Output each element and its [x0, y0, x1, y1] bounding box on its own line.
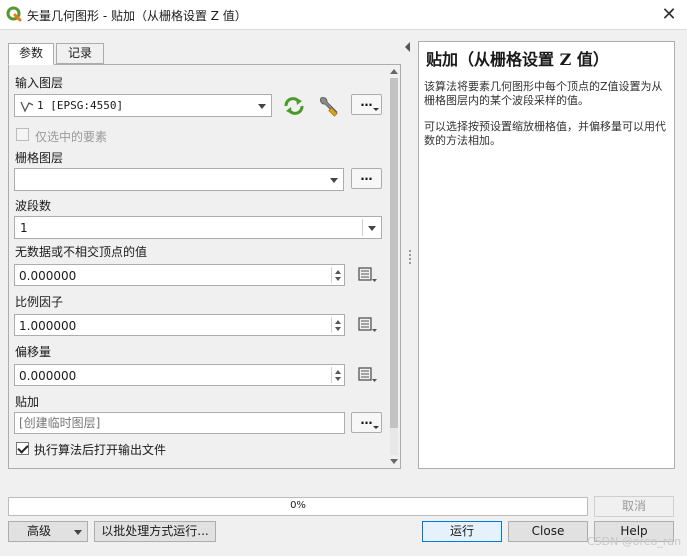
scale-spinbox[interactable]: 1.000000: [14, 314, 345, 336]
spin-up-icon[interactable]: [335, 320, 341, 324]
spin-up-icon[interactable]: [335, 270, 341, 274]
band-value: 1: [20, 221, 28, 235]
iterate-icon[interactable]: [282, 96, 306, 116]
help-paragraph: 可以选择按预设置缩放栅格值，并偏移量可以用代数的方法相加。: [424, 120, 666, 147]
progress-label: 0%: [290, 500, 306, 511]
splitter-handle[interactable]: [409, 250, 411, 264]
help-paragraph: 该算法将要素几何图形中每个顶点的Z值设置为从栅格图层内的某个波段采样的值。: [424, 80, 663, 107]
close-window-button[interactable]: ✕: [656, 3, 682, 27]
cancel-button[interactable]: 取消: [594, 496, 674, 517]
selected-only-checkbox[interactable]: [16, 128, 29, 141]
ellipsis-label: …: [360, 413, 373, 427]
data-defined-override-icon[interactable]: [356, 365, 378, 385]
tab-log[interactable]: 记录: [56, 43, 104, 64]
spin-down-icon[interactable]: [335, 327, 341, 331]
input-layer-label: 输入图层: [15, 76, 64, 90]
nodata-value: 0.000000: [19, 269, 77, 283]
scale-value: 1.000000: [19, 319, 77, 333]
chevron-down-icon: [330, 178, 338, 183]
parameters-scroll-area: 输入图层 1 [EPSG:4550] … 仅选中的要素 栅格图层 … 波段数 1…: [10, 66, 387, 467]
tab-parameters[interactable]: 参数: [8, 43, 54, 65]
spin-down-icon[interactable]: [335, 277, 341, 281]
chevron-down-icon: [368, 226, 376, 231]
chevron-down-icon: [258, 104, 266, 109]
output-label: 贴加: [15, 395, 40, 409]
scroll-down-icon[interactable]: [390, 459, 398, 464]
chevron-down-icon: [74, 530, 82, 535]
spin-separator: [331, 367, 332, 383]
spin-up-icon[interactable]: [335, 370, 341, 374]
parameters-panel: 输入图层 1 [EPSG:4550] … 仅选中的要素 栅格图层 … 波段数 1…: [8, 64, 401, 469]
spin-separator: [331, 267, 332, 283]
combo-separator: [362, 219, 363, 236]
ellipsis-label: …: [360, 169, 373, 183]
batch-process-button[interactable]: 以批处理方式运行...: [94, 521, 216, 542]
scrollbar-thumb[interactable]: [390, 78, 398, 428]
run-button[interactable]: 运行: [422, 521, 502, 542]
band-label: 波段数: [15, 199, 52, 213]
ellipsis-label: …: [360, 95, 373, 109]
qgis-logo-icon: [6, 6, 22, 22]
output-options-button[interactable]: …: [351, 412, 382, 433]
chevron-down-icon: [373, 426, 379, 429]
spin-separator: [331, 317, 332, 333]
spin-down-icon[interactable]: [335, 377, 341, 381]
progress-bar: 0%: [8, 497, 588, 516]
raster-layer-label: 栅格图层: [15, 151, 64, 165]
scroll-up-icon[interactable]: [390, 69, 398, 74]
data-defined-override-icon[interactable]: [356, 315, 378, 335]
wrench-icon[interactable]: [316, 94, 340, 118]
help-panel: 贴加（从栅格设置 Z 值） 该算法将要素几何图形中每个顶点的Z值设置为从栅格图层…: [418, 41, 675, 469]
offset-spinbox[interactable]: 0.000000: [14, 364, 345, 386]
band-combo[interactable]: 1: [14, 216, 382, 239]
advanced-label: 高级: [27, 524, 52, 538]
open-output-label: 执行算法后打开输出文件: [34, 443, 167, 457]
parameters-scrollbar[interactable]: [388, 66, 400, 467]
nodata-spinbox[interactable]: 0.000000: [14, 264, 345, 286]
input-layer-value: 1 [EPSG:4550]: [37, 99, 124, 112]
line-layer-icon: [20, 101, 34, 113]
offset-value: 0.000000: [19, 369, 77, 383]
title-bar: 矢量几何图形 - 贴加（从栅格设置 Z 值） ✕: [0, 0, 687, 30]
advanced-button[interactable]: 高级: [8, 521, 88, 542]
raster-layer-combo[interactable]: [14, 168, 344, 191]
watermark: CSDN @oreo_ran: [587, 535, 682, 548]
offset-label: 偏移量: [15, 345, 52, 359]
output-file-input[interactable]: [14, 412, 345, 434]
input-layer-options-button[interactable]: …: [351, 94, 382, 115]
collapse-help-icon[interactable]: [405, 42, 410, 52]
open-output-checkbox[interactable]: [16, 442, 29, 455]
raster-layer-options-button[interactable]: …: [351, 168, 382, 189]
chevron-down-icon: [373, 108, 379, 111]
window-title: 矢量几何图形 - 贴加（从栅格设置 Z 值）: [27, 9, 247, 23]
nodata-label: 无数据或不相交顶点的值: [15, 245, 148, 259]
data-defined-override-icon[interactable]: [356, 265, 378, 285]
close-button[interactable]: Close: [508, 521, 588, 542]
scale-label: 比例因子: [15, 295, 64, 309]
help-title: 贴加（从栅格设置 Z 值）: [426, 50, 609, 69]
input-layer-combo[interactable]: 1 [EPSG:4550]: [14, 94, 272, 117]
selected-only-label: 仅选中的要素: [35, 130, 108, 144]
